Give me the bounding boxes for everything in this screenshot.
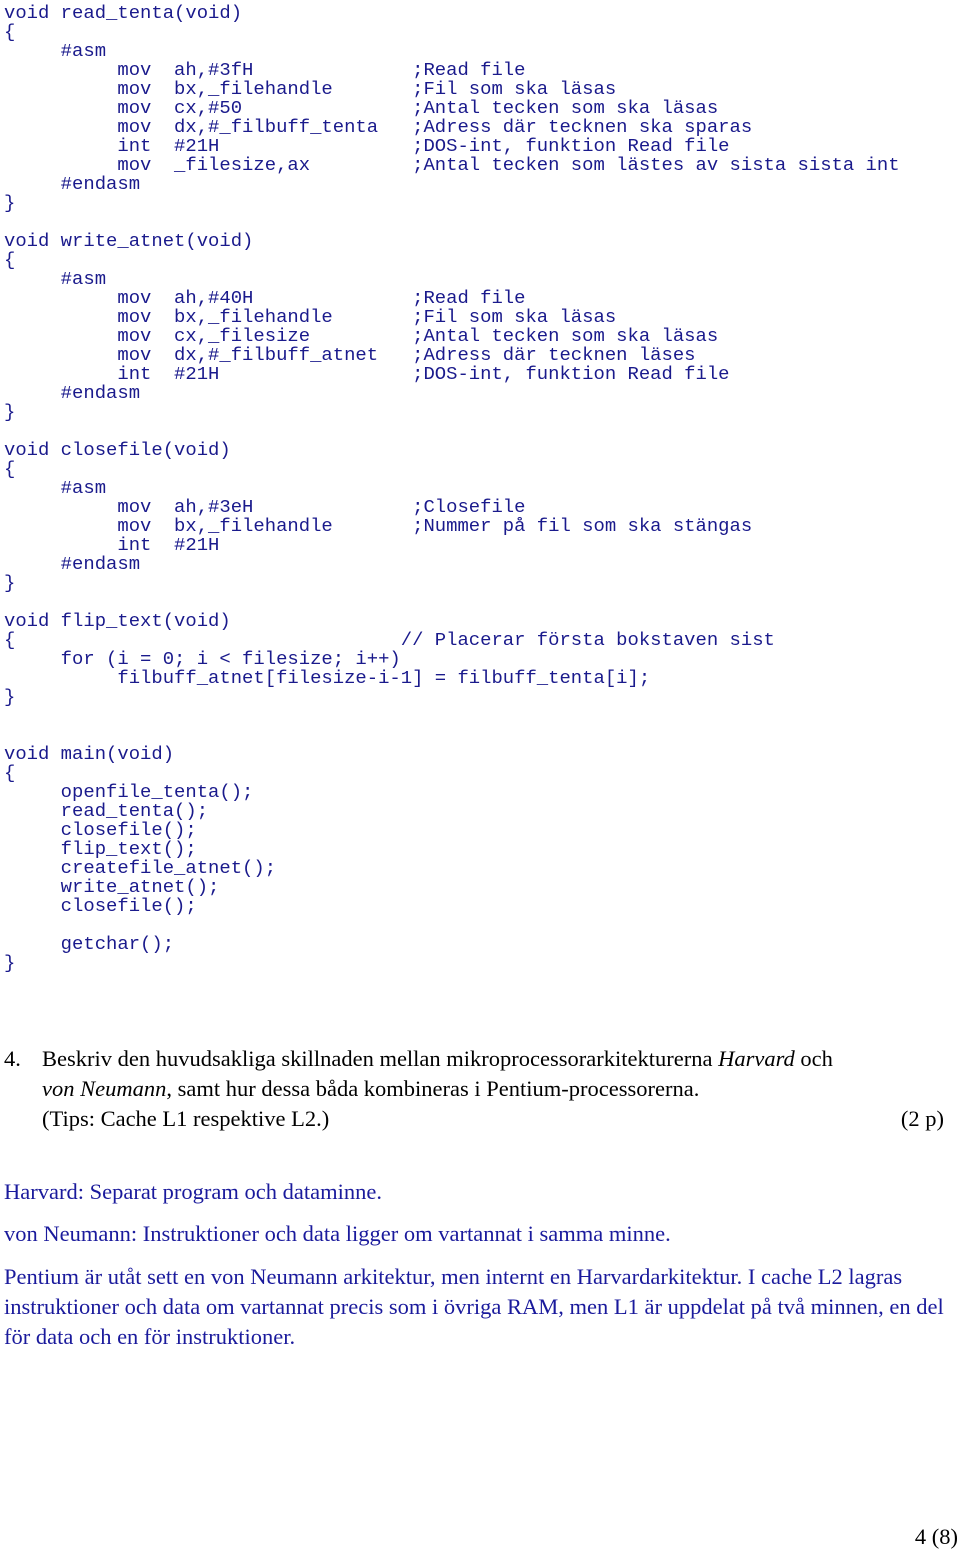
question-tips: (Tips: Cache L1 respektive L2.) xyxy=(42,1106,330,1131)
answer-von-neumann: von Neumann: Instruktioner och data ligg… xyxy=(4,1221,671,1246)
code-line: void closefile(void) xyxy=(4,439,231,461)
code-line: getchar(); xyxy=(4,933,175,955)
code-line: void write_atnet(void) xyxy=(4,230,254,252)
code-listing: void read_tenta(void){ #asm mov ah,#3fH … xyxy=(4,4,900,973)
answer-harvard: Harvard: Separat program och dataminne. xyxy=(4,1179,382,1204)
code-line: } xyxy=(4,401,16,423)
code-line: { xyxy=(4,458,16,480)
code-line: #endasm xyxy=(4,173,141,195)
code-line: { xyxy=(4,21,16,43)
code-line: } xyxy=(4,192,16,214)
code-line: void main(void) xyxy=(4,743,175,765)
page-number: 4 (8) xyxy=(914,1524,958,1549)
code-line: void read_tenta(void) xyxy=(4,2,243,24)
question-number: 4. xyxy=(4,1046,21,1071)
code-line: #endasm xyxy=(4,553,141,575)
code-line: } xyxy=(4,572,16,594)
code-line: } xyxy=(4,952,16,974)
code-line: #endasm xyxy=(4,382,141,404)
code-line: closefile(); xyxy=(4,895,197,917)
term-harvard: Harvard xyxy=(718,1046,795,1071)
term-von-neumann: von Neumann xyxy=(42,1076,167,1101)
code-line: } xyxy=(4,686,16,708)
question-points: (2 p) xyxy=(900,1106,944,1131)
question-4: 4. Beskriv den huvudsakliga skillnaden m… xyxy=(4,1044,944,1134)
answer-pentium: Pentium är utåt sett en von Neumann arki… xyxy=(4,1264,944,1349)
code-line: { xyxy=(4,249,16,271)
code-line: filbuff_atnet[filesize-i-1] = filbuff_te… xyxy=(4,667,651,689)
question-text: Beskriv den huvudsakliga skillnaden mell… xyxy=(42,1044,944,1134)
